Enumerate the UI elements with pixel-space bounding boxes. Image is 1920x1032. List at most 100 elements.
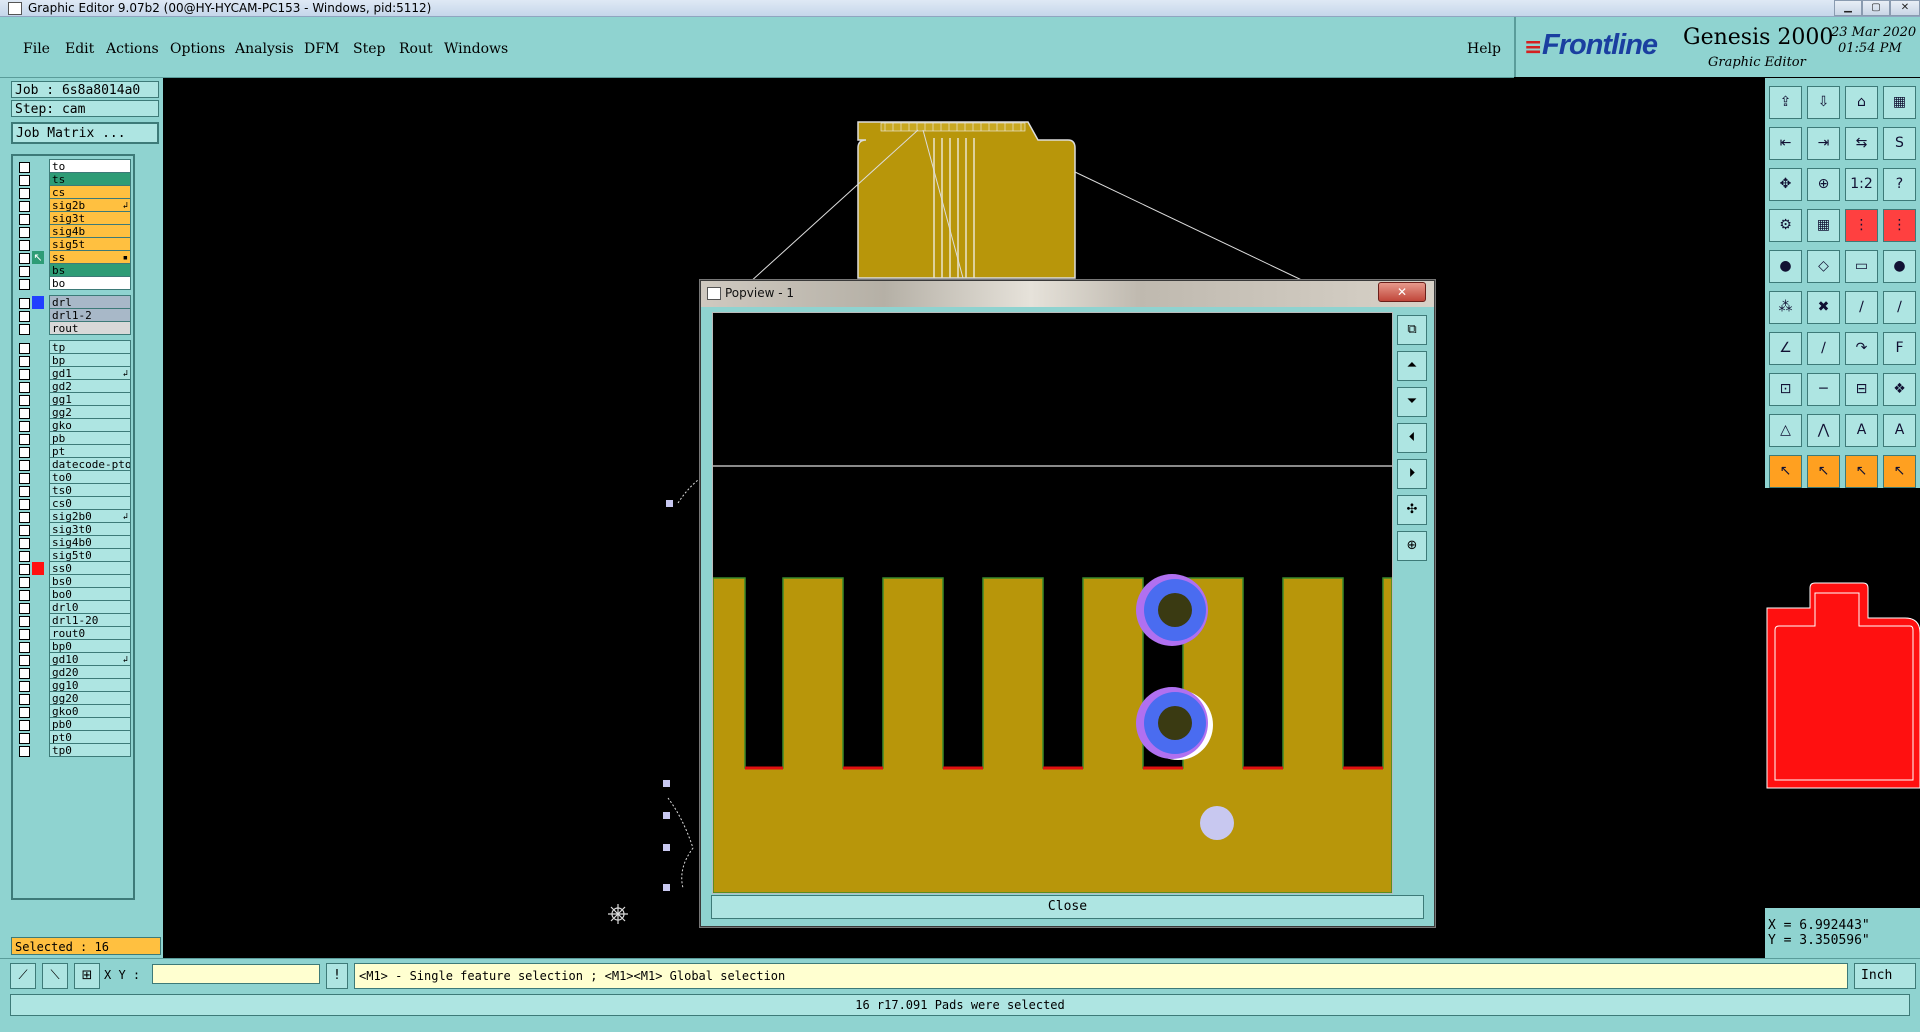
layer-name[interactable]: ts <box>49 172 131 186</box>
layer-name[interactable]: pt <box>49 444 131 458</box>
layer-name[interactable]: ss ▪ <box>49 250 131 264</box>
tool-button-icon[interactable]: ▦ <box>1883 86 1916 119</box>
layer-name[interactable]: ss0 <box>49 561 131 575</box>
layer-name[interactable]: pb <box>49 431 131 445</box>
layer-name[interactable]: pb0 <box>49 717 131 731</box>
layer-name[interactable]: bp <box>49 353 131 367</box>
layer-row[interactable]: bo <box>13 276 133 291</box>
tool-button-icon[interactable]: ↖ <box>1845 455 1878 488</box>
popview-pan-right-icon[interactable]: ⏵ <box>1397 459 1427 489</box>
tool-button-icon[interactable]: ⊟ <box>1845 373 1878 406</box>
layer-name[interactable]: tp0 <box>49 743 131 757</box>
pad-unselected[interactable] <box>1200 806 1234 840</box>
tool-button-icon[interactable]: ▦ <box>1807 209 1840 242</box>
popview-close-x-button[interactable]: ✕ <box>1378 282 1426 302</box>
layer-name[interactable]: gko <box>49 418 131 432</box>
close-window-button[interactable]: ✕ <box>1890 0 1920 16</box>
xy-input[interactable] <box>152 964 320 984</box>
tool-button-icon[interactable]: ↖ <box>1883 455 1916 488</box>
menu-windows[interactable]: Windows <box>444 41 508 57</box>
layer-name[interactable]: datecode-pto <box>49 457 131 471</box>
tool-button-icon[interactable]: ⇆ <box>1845 127 1878 160</box>
tool-button-icon[interactable]: ? <box>1883 168 1916 201</box>
layer-name[interactable]: gd2 <box>49 379 131 393</box>
tool-button-icon[interactable]: ⇥ <box>1807 127 1840 160</box>
layer-name[interactable]: sig4b0 <box>49 535 131 549</box>
layer-name[interactable]: sig4b <box>49 224 131 238</box>
popview-close-button[interactable]: Close <box>711 895 1424 919</box>
layer-name[interactable]: ts0 <box>49 483 131 497</box>
layer-checkbox[interactable] <box>19 746 30 757</box>
layer-name[interactable]: gg20 <box>49 691 131 705</box>
tool-button-icon[interactable]: ∕ <box>1883 291 1916 324</box>
layer-name[interactable]: bp0 <box>49 639 131 653</box>
tool-button-icon[interactable]: ↖ <box>1807 455 1840 488</box>
layer-name[interactable]: gd20 <box>49 665 131 679</box>
tool-button-icon[interactable]: ◇ <box>1807 250 1840 283</box>
layer-name[interactable]: drl <box>49 295 131 309</box>
tool-button-icon[interactable]: ⌂ <box>1845 86 1878 119</box>
layer-row[interactable]: tp0 <box>13 743 133 758</box>
tool-button-icon[interactable]: ⚙ <box>1769 209 1802 242</box>
selected-pad-1[interactable] <box>1136 574 1208 646</box>
menu-analysis[interactable]: Analysis <box>235 41 294 57</box>
popview-zoom-window-icon[interactable]: ⧉ <box>1397 315 1427 345</box>
tool-button-icon[interactable]: ⊡ <box>1769 373 1802 406</box>
layer-name[interactable]: cs <box>49 185 131 199</box>
tool-button-icon[interactable]: ⊕ <box>1807 168 1840 201</box>
tool-button-icon[interactable]: ⇪ <box>1769 86 1802 119</box>
layer-name[interactable]: sig5t0 <box>49 548 131 562</box>
layer-name[interactable]: rout <box>49 321 131 335</box>
tool-button-icon[interactable]: ∠ <box>1769 332 1802 365</box>
layer-name[interactable]: to <box>49 159 131 173</box>
menu-edit[interactable]: Edit <box>65 41 94 57</box>
job-matrix-button[interactable]: Job Matrix ... <box>11 122 159 144</box>
layer-name[interactable]: tp <box>49 340 131 354</box>
tool-button-icon[interactable]: ✥ <box>1769 168 1802 201</box>
overview-panel[interactable] <box>1765 488 1920 908</box>
layer-name[interactable]: sig3t0 <box>49 522 131 536</box>
tool-button-icon[interactable]: ⋮ <box>1883 209 1916 242</box>
layer-name[interactable]: sig5t <box>49 237 131 251</box>
tool-button-icon[interactable]: ∕ <box>1807 332 1840 365</box>
tool-button-icon[interactable]: ▭ <box>1845 250 1878 283</box>
layer-name[interactable]: gd10 ↲ <box>49 652 131 666</box>
menu-file[interactable]: File <box>23 41 50 57</box>
tool-button-icon[interactable]: ↷ <box>1845 332 1878 365</box>
units-dropdown[interactable]: Inch <box>1854 963 1916 989</box>
layer-name[interactable]: drl1-20 <box>49 613 131 627</box>
menu-help[interactable]: Help <box>1467 41 1501 57</box>
layer-checkbox[interactable] <box>19 279 30 290</box>
tool-button-icon[interactable]: ─ <box>1807 373 1840 406</box>
tool-button-icon[interactable]: ✖ <box>1807 291 1840 324</box>
popview-pan-up-icon[interactable]: ⏶ <box>1397 351 1427 381</box>
menu-options[interactable]: Options <box>170 41 225 57</box>
tool-button-icon[interactable]: ↖ <box>1769 455 1802 488</box>
layer-name[interactable]: bs0 <box>49 574 131 588</box>
tool-button-icon[interactable]: ⋀ <box>1807 414 1840 447</box>
layer-name[interactable]: gg1 <box>49 392 131 406</box>
layer-name[interactable]: sig2b ↲ <box>49 198 131 212</box>
popview-zoom-fit-icon[interactable]: ⊕ <box>1397 531 1427 561</box>
layer-name[interactable]: cs0 <box>49 496 131 510</box>
tool-button-icon[interactable]: ● <box>1769 250 1802 283</box>
tool-button-icon[interactable]: ⁂ <box>1769 291 1802 324</box>
snap-mode-icon[interactable]: ⟋ <box>10 963 36 989</box>
layer-name[interactable]: rout0 <box>49 626 131 640</box>
tool-button-icon[interactable]: A <box>1845 414 1878 447</box>
tool-button-icon[interactable]: F <box>1883 332 1916 365</box>
layer-name[interactable]: sig3t <box>49 211 131 225</box>
layer-name[interactable]: to0 <box>49 470 131 484</box>
info-icon[interactable]: ! <box>326 963 348 989</box>
popview-pan-left-icon[interactable]: ⏴ <box>1397 423 1427 453</box>
tool-button-icon[interactable]: ❖ <box>1883 373 1916 406</box>
popview-zoom-in-icon[interactable]: ✣ <box>1397 495 1427 525</box>
tool-button-icon[interactable]: 1:2 <box>1845 168 1878 201</box>
layer-name[interactable]: pt0 <box>49 730 131 744</box>
maximize-button[interactable]: ▢ <box>1862 0 1890 16</box>
layer-name[interactable]: bo0 <box>49 587 131 601</box>
layer-name[interactable]: gg2 <box>49 405 131 419</box>
layer-name[interactable]: bs <box>49 263 131 277</box>
layer-checkbox[interactable] <box>19 324 30 335</box>
minimize-button[interactable]: ▁ <box>1834 0 1862 16</box>
